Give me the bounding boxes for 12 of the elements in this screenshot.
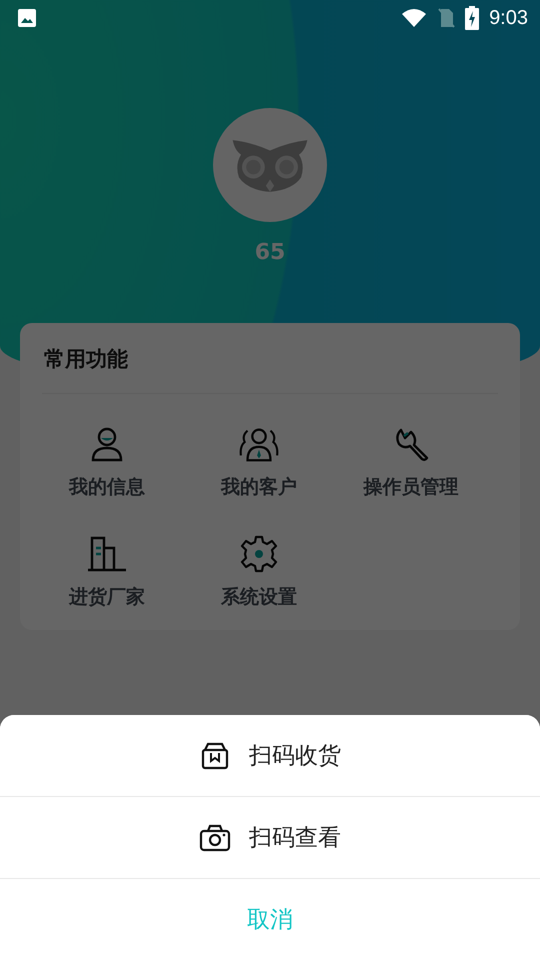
building-icon [86,534,128,574]
no-sim-icon [437,7,456,29]
camera-icon [199,822,231,852]
image-icon [17,8,37,28]
card-title: 常用功能 [42,323,498,394]
wifi-icon [401,8,428,28]
sheet-option[interactable]: 扫码收货 [0,715,540,797]
battery-charging-icon [465,6,480,30]
box-icon [199,740,231,770]
settings-icon [238,534,280,574]
user-name: 65 [254,240,286,265]
status-time: 9:03 [489,6,528,30]
